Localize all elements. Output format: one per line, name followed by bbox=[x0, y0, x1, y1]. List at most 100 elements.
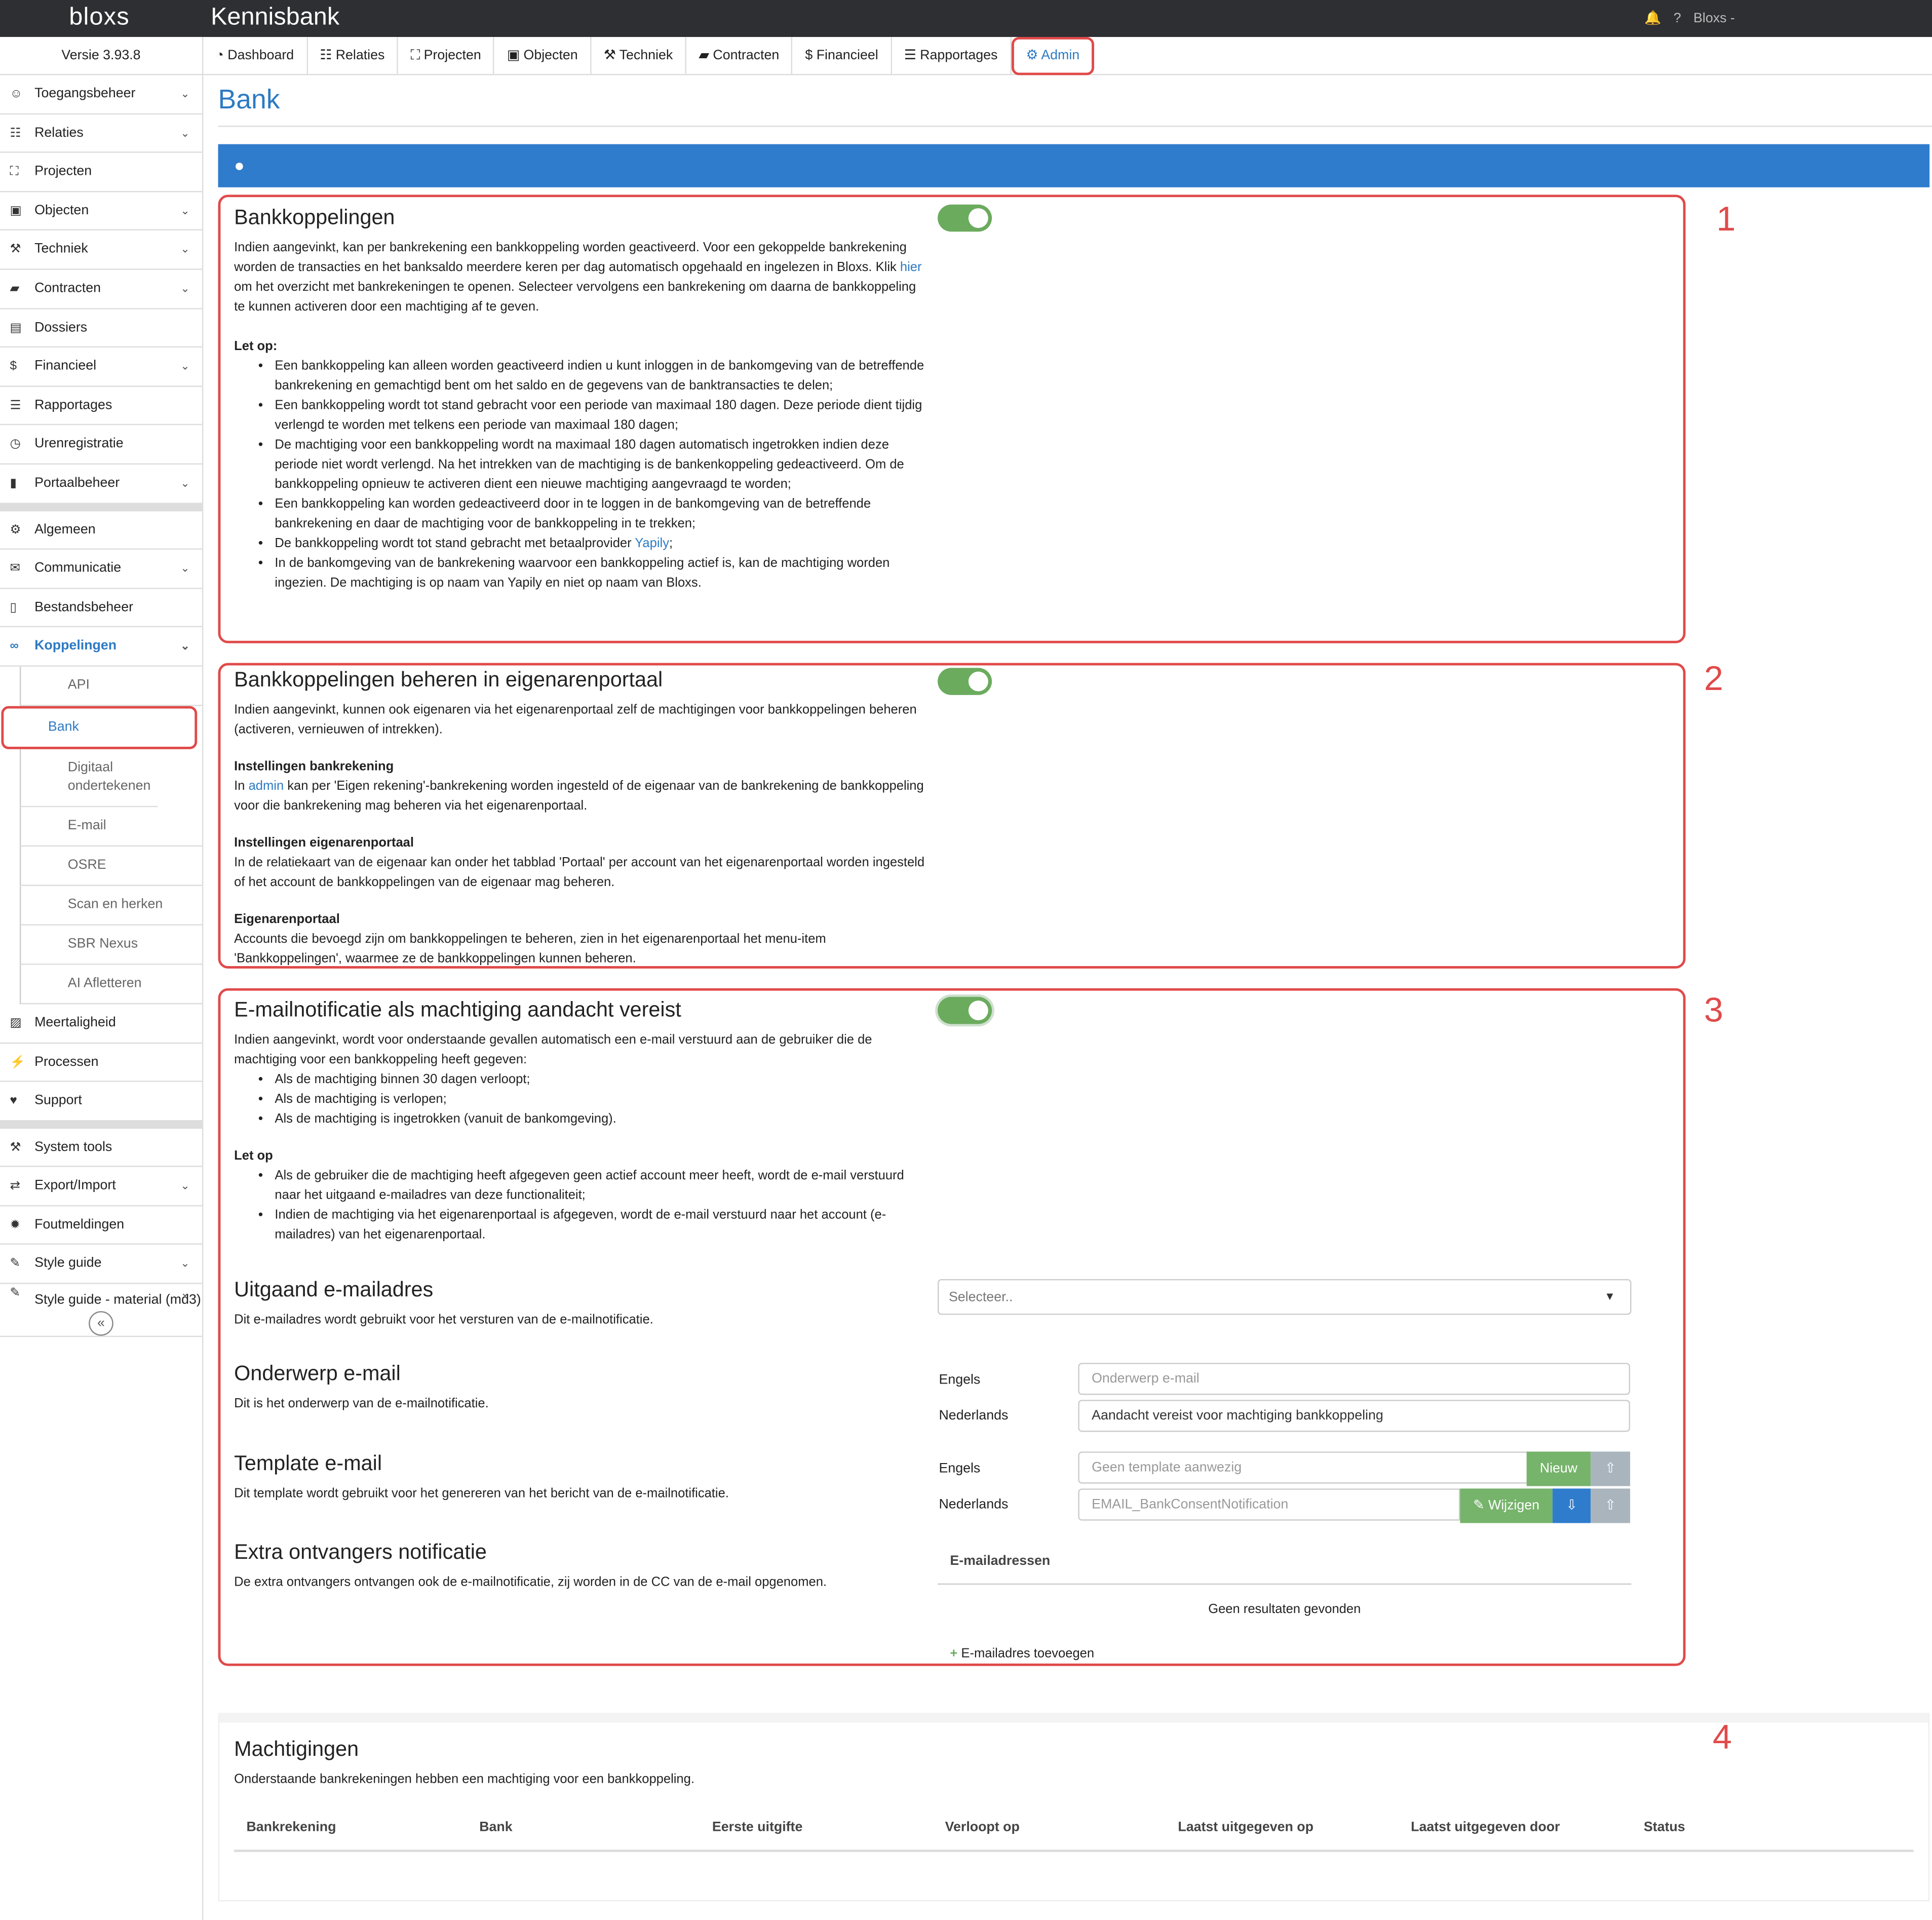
sidebar-item-portaalbeheer[interactable]: ▮ Portaalbeheer ⌄ bbox=[0, 465, 202, 504]
sidebar-item-label: Koppelingen bbox=[34, 638, 117, 654]
upload-icon[interactable]: ⇧ bbox=[1591, 1488, 1631, 1523]
sidebar-item-objecten[interactable]: ▣ Objecten ⌄ bbox=[0, 192, 202, 231]
sidebar-item-bestandsbeheer[interactable]: ▯ Bestandsbeheer bbox=[0, 589, 202, 628]
sidebar-item-label: Objecten bbox=[34, 203, 89, 218]
sidebar-item-style-guide[interactable]: ✎ Style guide ⌄ bbox=[0, 1245, 202, 1284]
template-en-input[interactable]: Geen template aanwezig bbox=[1078, 1451, 1528, 1484]
brush-icon: ✎ bbox=[10, 1286, 20, 1300]
subject-en-input[interactable]: Onderwerp e-mail bbox=[1078, 1363, 1631, 1395]
extra-recipients-setting: Extra ontvangers notificatie De extra on… bbox=[234, 1541, 924, 1592]
sidebar-item-communicatie[interactable]: ✉ Communicatie ⌄ bbox=[0, 550, 202, 589]
sidebar-subitem-scan-en-herken[interactable]: Scan en herken bbox=[19, 886, 202, 926]
sidebar-subitem-osre[interactable]: OSRE bbox=[19, 846, 202, 886]
list-item: Als de machtiging is verlopen; bbox=[275, 1089, 930, 1109]
tools-icon: ⚒ bbox=[603, 48, 620, 63]
chevron-down-icon: ⌄ bbox=[180, 1257, 190, 1270]
add-email-link[interactable]: + E-mailadres toevoegen bbox=[950, 1644, 1094, 1664]
sidebar-item-koppelingen[interactable]: ∞ Koppelingen ⌄ bbox=[0, 628, 202, 667]
download-icon[interactable]: ⇩ bbox=[1552, 1488, 1591, 1523]
chevron-down-icon: ⌄ bbox=[180, 204, 190, 217]
tab-relaties[interactable]: ☷ Relaties bbox=[307, 36, 399, 75]
bug-icon: ✹ bbox=[10, 1218, 20, 1233]
sidebar-item-system-tools[interactable]: ⚒ System tools bbox=[0, 1128, 202, 1168]
tab-label: Dashboard bbox=[227, 48, 294, 63]
language-label-en: Engels bbox=[939, 1372, 981, 1388]
user-menu[interactable]: Bloxs - bbox=[1693, 11, 1735, 25]
sidebar-subitem-bank[interactable]: Bank bbox=[1, 706, 198, 749]
column-header[interactable]: Eerste uitgifte bbox=[712, 1820, 802, 1835]
setting-description: Dit e-mailadres wordt gebruikt voor het … bbox=[234, 1312, 653, 1327]
bookmark-icon: ▮ bbox=[10, 477, 17, 490]
setting-title: Onderwerp e-mail bbox=[234, 1361, 401, 1386]
sidebar-item-financieel[interactable]: $ Financieel ⌄ bbox=[0, 348, 202, 387]
sidebar-item-support[interactable]: ♥ Support bbox=[0, 1082, 202, 1121]
column-header[interactable]: Laatst uitgegeven door bbox=[1411, 1820, 1560, 1835]
column-header[interactable]: Laatst uitgegeven op bbox=[1178, 1820, 1313, 1835]
bell-icon[interactable]: 🔔 bbox=[1644, 10, 1661, 26]
setting-title: Template e-mail bbox=[234, 1451, 382, 1475]
tab-admin[interactable]: ⚙ Admin bbox=[1011, 36, 1095, 75]
tab-projecten[interactable]: ⛶ Projecten bbox=[398, 36, 495, 75]
sidebar-item-label: System tools bbox=[34, 1139, 112, 1155]
outgoing-email-select[interactable]: Selecteer.. ▼ bbox=[938, 1279, 1632, 1315]
bolt-icon: ⚡ bbox=[10, 1055, 25, 1069]
chevron-down-icon: ⌄ bbox=[180, 562, 190, 574]
sidebar-subitem-digitaal-ondertekenen[interactable]: Digitaal ondertekenen bbox=[19, 749, 158, 807]
sidebar-item-rapportages[interactable]: ☰ Rapportages bbox=[0, 387, 202, 426]
sidebar-item-toegangsbeheer[interactable]: ☺ Toegangsbeheer ⌄ bbox=[0, 75, 202, 114]
edit-template-button[interactable]: ✎ Wijzigen bbox=[1460, 1488, 1553, 1523]
sidebar-item-processen[interactable]: ⚡ Processen bbox=[0, 1043, 202, 1082]
sidebar-item-foutmeldingen[interactable]: ✹ Foutmeldingen bbox=[0, 1206, 202, 1245]
sidebar-item-relaties[interactable]: ☷ Relaties ⌄ bbox=[0, 114, 202, 153]
sidebar-item-algemeen[interactable]: ⚙ Algemeen bbox=[0, 511, 202, 550]
sidebar-subitem-ai-afletteren[interactable]: AI Afletteren bbox=[19, 965, 202, 1005]
column-header[interactable]: Verloopt op bbox=[945, 1820, 1020, 1835]
sidebar-item-projecten[interactable]: ⛶ Projecten bbox=[0, 153, 202, 192]
yapily-link[interactable]: Yapily bbox=[635, 536, 669, 551]
hier-link[interactable]: hier bbox=[900, 260, 922, 275]
new-template-button[interactable]: Nieuw bbox=[1526, 1451, 1591, 1486]
text: ; bbox=[669, 536, 673, 551]
sidebar-item-meertaligheid[interactable]: ▨ Meertaligheid bbox=[0, 1004, 202, 1044]
column-header[interactable]: Bank bbox=[479, 1820, 512, 1835]
tab-techniek[interactable]: ⚒ Techniek bbox=[591, 36, 687, 75]
sidebar-item-urenregistratie[interactable]: ◷ Urenregistratie bbox=[0, 426, 202, 465]
column-header[interactable]: Bankrekening bbox=[246, 1820, 336, 1835]
admin-link[interactable]: admin bbox=[249, 779, 284, 793]
tab-dashboard[interactable]: ◔ Dashboard bbox=[203, 36, 307, 75]
tab-objecten[interactable]: ▣ Objecten bbox=[494, 36, 592, 75]
upload-icon[interactable]: ⇧ bbox=[1591, 1451, 1631, 1486]
sidebar-subitem-e-mail[interactable]: E-mail bbox=[19, 807, 202, 847]
section-description: Indien aangevinkt, kunnen ook eigenaren … bbox=[234, 702, 917, 737]
pencil-icon: ✎ bbox=[1473, 1498, 1485, 1513]
eigenarenportaal-toggle[interactable] bbox=[938, 668, 992, 695]
help-icon[interactable]: ? bbox=[1674, 11, 1681, 25]
text: De bankkoppeling wordt tot stand gebrach… bbox=[275, 536, 635, 551]
emailnotificatie-toggle[interactable] bbox=[938, 996, 992, 1024]
sidebar-item-techniek[interactable]: ⚒ Techniek ⌄ bbox=[0, 231, 202, 270]
sidebar-item-contracten[interactable]: ▰ Contracten ⌄ bbox=[0, 270, 202, 309]
list-item: Een bankkoppeling kan worden gedeactivee… bbox=[275, 494, 924, 533]
column-header[interactable]: Status bbox=[1644, 1820, 1685, 1835]
logo[interactable]: bloxs bbox=[69, 4, 130, 32]
tab-financieel[interactable]: $ Financieel bbox=[793, 36, 892, 75]
tab-rapportages[interactable]: ☰ Rapportages bbox=[892, 36, 1012, 75]
template-nl-input[interactable]: EMAIL_BankConsentNotification bbox=[1078, 1488, 1460, 1521]
sidebar-item-dossiers[interactable]: ▤ Dossiers bbox=[0, 309, 202, 348]
section-bankkoppelingen: Bankkoppelingen Indien aangevinkt, kan p… bbox=[234, 206, 924, 593]
tab-contracten[interactable]: ▰ Contracten bbox=[686, 36, 793, 75]
dollar-icon: $ bbox=[10, 360, 17, 374]
collapse-sidebar-button[interactable]: « bbox=[89, 1311, 113, 1336]
list-item: De bankkoppeling wordt tot stand gebrach… bbox=[275, 533, 924, 553]
sidebar-subitem-api[interactable]: API bbox=[19, 666, 202, 706]
sidebar-item-label: Relaties bbox=[34, 125, 84, 140]
subject-nl-input[interactable]: Aandacht vereist voor machtiging bankkop… bbox=[1078, 1400, 1631, 1432]
list-item: Een bankkoppeling wordt tot stand gebrac… bbox=[275, 396, 924, 435]
chevron-down-icon: ⌄ bbox=[180, 243, 190, 256]
bankkoppelingen-toggle[interactable] bbox=[938, 204, 992, 232]
sidebar-subitem-sbr-nexus[interactable]: SBR Nexus bbox=[19, 925, 202, 965]
subheading: Instellingen eigenarenportaal bbox=[234, 835, 414, 851]
sidebar-item-export-import[interactable]: ⇄ Export/Import ⌄ bbox=[0, 1167, 202, 1207]
tools-icon: ⚒ bbox=[10, 243, 21, 257]
dollar-icon: $ bbox=[805, 48, 817, 63]
